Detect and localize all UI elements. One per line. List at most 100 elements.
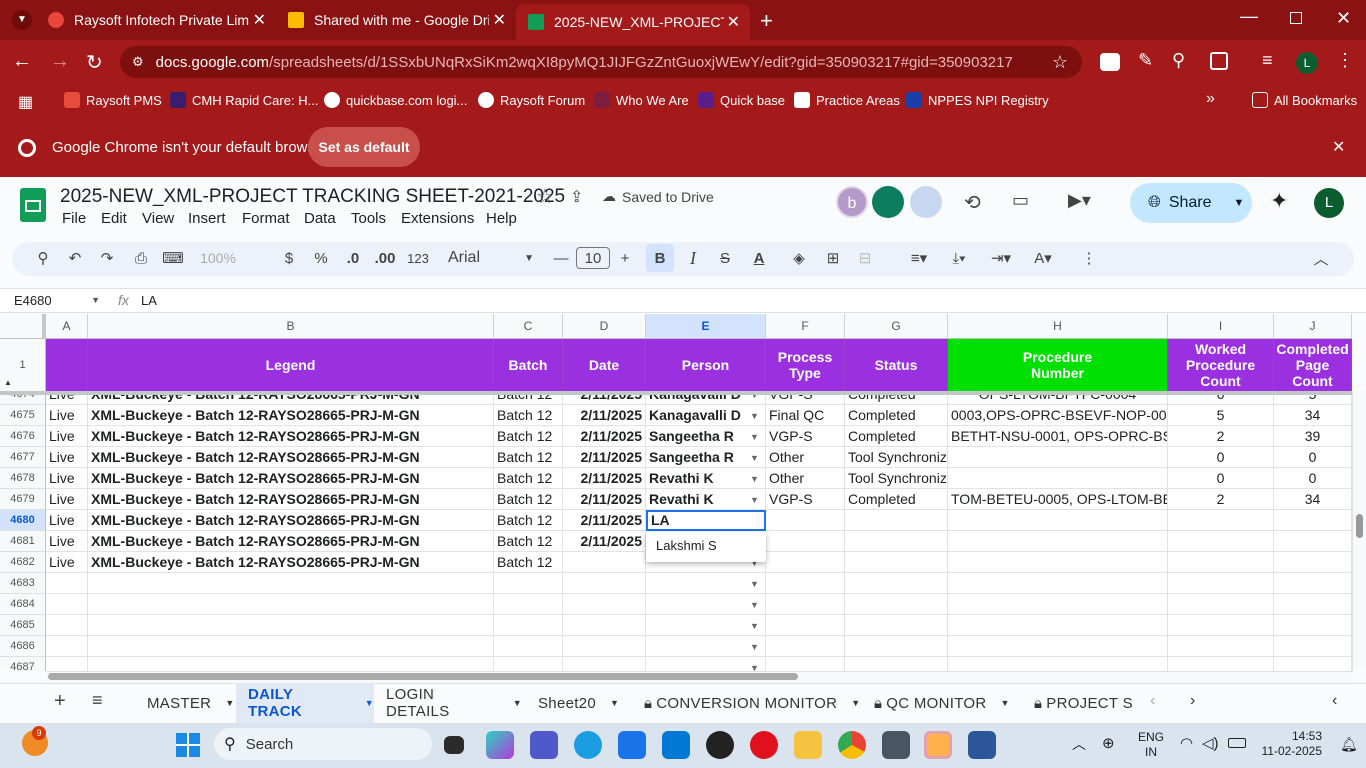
- sheet-tab-login-details[interactable]: LOGIN DETAILS ▼: [374, 683, 522, 723]
- horizontal-scroll-thumb[interactable]: [48, 673, 798, 680]
- menu-insert[interactable]: Insert: [188, 210, 226, 227]
- cell-f[interactable]: VGP-S: [766, 489, 845, 510]
- all-sheets-icon[interactable]: ≡: [92, 690, 103, 711]
- battery-icon[interactable]: [1228, 738, 1246, 748]
- cell-c[interactable]: [494, 657, 563, 671]
- menu-help[interactable]: Help: [486, 210, 517, 227]
- cell-i[interactable]: 0: [1168, 447, 1274, 468]
- more-formats-button[interactable]: 123: [404, 247, 432, 269]
- cell-b[interactable]: [88, 636, 494, 657]
- decrease-decimal-button[interactable]: .0: [340, 247, 366, 269]
- cell-g[interactable]: [845, 636, 948, 657]
- header-worked-count[interactable]: Worked Procedure Count: [1168, 339, 1274, 391]
- cell-a[interactable]: Live: [46, 489, 88, 510]
- media-icon[interactable]: ≡: [1262, 50, 1273, 71]
- cell-i[interactable]: [1168, 531, 1274, 552]
- dismiss-infobar-icon[interactable]: ✕: [1332, 137, 1345, 157]
- menu-file[interactable]: File: [62, 210, 86, 227]
- dropdown-chevron-icon[interactable]: ▼: [750, 621, 759, 631]
- cell-g[interactable]: Completed: [845, 489, 948, 510]
- cell-j[interactable]: 5: [1274, 395, 1352, 405]
- cell-d[interactable]: [563, 552, 646, 573]
- bookmark-raysoft-forum[interactable]: Raysoft Forum: [478, 92, 585, 108]
- cell-b[interactable]: XML-Buckeye - Batch 12-RAYSO28665-PRJ-M-…: [88, 395, 494, 405]
- search-menus-icon[interactable]: ⚲: [30, 247, 56, 269]
- tray-chevron-icon[interactable]: ︿: [1072, 734, 1086, 754]
- cell-a[interactable]: Live: [46, 447, 88, 468]
- cell-g[interactable]: Tool Synchroniza: [845, 447, 948, 468]
- dropdown-chevron-icon[interactable]: ▼: [750, 411, 759, 421]
- bookmark-raysoft-pms[interactable]: Raysoft PMS: [64, 92, 162, 108]
- windows-start-icon[interactable]: [176, 733, 200, 757]
- row-header[interactable]: 4675: [0, 405, 46, 426]
- cell-a[interactable]: [46, 594, 88, 615]
- forward-icon[interactable]: →: [50, 50, 70, 73]
- cell-d[interactable]: [563, 615, 646, 636]
- scroll-tabs-left-icon[interactable]: ‹: [1150, 692, 1155, 710]
- cell-c[interactable]: Batch 12: [494, 447, 563, 468]
- profile-avatar[interactable]: L: [1296, 52, 1318, 74]
- row-header[interactable]: 4678: [0, 468, 46, 489]
- menu-extensions[interactable]: Extensions: [401, 210, 474, 227]
- extension-icon[interactable]: [1100, 53, 1120, 71]
- row-header[interactable]: 4676: [0, 426, 46, 447]
- cell-a[interactable]: [46, 615, 88, 636]
- cell-f[interactable]: Final QC: [766, 405, 845, 426]
- word-icon[interactable]: [968, 731, 996, 759]
- bookmark-practice-areas[interactable]: Practice Areas: [794, 92, 900, 108]
- strikethrough-button[interactable]: S: [712, 247, 738, 269]
- browser-tab-raysoft[interactable]: Raysoft Infotech Private Limited ✕: [36, 0, 276, 40]
- sheets-logo-icon[interactable]: [20, 188, 46, 222]
- move-icon[interactable]: ⇪: [570, 187, 583, 207]
- text-wrapping-icon[interactable]: ⇥▾: [988, 247, 1014, 269]
- italic-button[interactable]: I: [680, 247, 706, 269]
- menu-view[interactable]: View: [142, 210, 174, 227]
- close-tab-icon[interactable]: ✕: [727, 12, 740, 32]
- dropdown-chevron-icon[interactable]: ▼: [750, 395, 759, 400]
- cell-d[interactable]: 2/11/2025: [563, 426, 646, 447]
- cell-e[interactable]: [646, 657, 766, 671]
- increase-decimal-button[interactable]: .00: [372, 247, 398, 269]
- cell-i[interactable]: [1168, 636, 1274, 657]
- meet-icon[interactable]: ▶▾: [1068, 190, 1091, 211]
- cell-f[interactable]: [766, 636, 845, 657]
- chevron-down-icon[interactable]: ▼: [513, 698, 522, 708]
- cell-h[interactable]: [948, 615, 1168, 636]
- cell-d[interactable]: [563, 657, 646, 671]
- cell-g[interactable]: [845, 573, 948, 594]
- back-icon[interactable]: ←: [12, 50, 32, 73]
- bookmark-quickbase-login[interactable]: quickbase.com logi...: [324, 92, 467, 108]
- cell-i[interactable]: 6: [1168, 395, 1274, 405]
- paint-icon[interactable]: [924, 731, 952, 759]
- header-batch[interactable]: Batch: [494, 339, 563, 391]
- cell-j[interactable]: [1274, 510, 1352, 531]
- menu-data[interactable]: Data: [304, 210, 336, 227]
- dropdown-chevron-icon[interactable]: ▼: [750, 495, 759, 505]
- header-legend[interactable]: Legend: [88, 339, 494, 391]
- cell-f[interactable]: VGP-S: [766, 426, 845, 447]
- cell-b[interactable]: XML-Buckeye - Batch 12-RAYSO28665-PRJ-M-…: [88, 510, 494, 531]
- history-icon[interactable]: ⟲: [964, 190, 981, 215]
- fill-color-icon[interactable]: ◈: [786, 247, 812, 269]
- account-avatar[interactable]: L: [1314, 188, 1344, 218]
- notifications-icon[interactable]: 🔔︎: [1340, 736, 1358, 753]
- row-header[interactable]: 4681: [0, 531, 46, 552]
- cell-g[interactable]: [845, 594, 948, 615]
- dell-icon[interactable]: [706, 731, 734, 759]
- text-color-button[interactable]: A: [746, 247, 772, 269]
- cell-i[interactable]: [1168, 657, 1274, 671]
- cell-b[interactable]: XML-Buckeye - Batch 12-RAYSO28665-PRJ-M-…: [88, 531, 494, 552]
- file-explorer-icon[interactable]: [794, 731, 822, 759]
- cell-f[interactable]: [766, 552, 845, 573]
- azure-icon[interactable]: [662, 731, 690, 759]
- language-indicator[interactable]: ENG IN: [1138, 730, 1164, 760]
- cell-b[interactable]: [88, 594, 494, 615]
- chrome-taskbar-icon[interactable]: [838, 731, 866, 759]
- cell-b[interactable]: XML-Buckeye - Batch 12-RAYSO28665-PRJ-M-…: [88, 426, 494, 447]
- collaborator-avatar-b[interactable]: b: [836, 186, 868, 218]
- cell-c[interactable]: [494, 636, 563, 657]
- redo-icon[interactable]: ↷: [94, 247, 120, 269]
- chevron-down-icon[interactable]: ▼: [851, 698, 860, 708]
- cell-b[interactable]: XML-Buckeye - Batch 12-RAYSO28665-PRJ-M-…: [88, 468, 494, 489]
- borders-icon[interactable]: ⊞: [820, 247, 846, 269]
